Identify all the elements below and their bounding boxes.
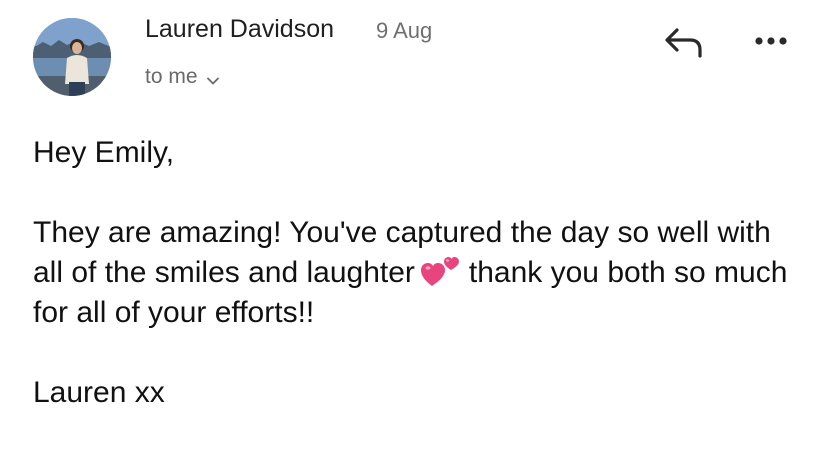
- greeting: Hey Emily,: [33, 136, 175, 169]
- recipient-details-toggle[interactable]: to me: [145, 65, 220, 89]
- email-header: Lauren Davidson 9 Aug to me: [0, 0, 828, 110]
- reply-arrow-icon: [665, 28, 702, 58]
- chevron-down-icon: [206, 70, 220, 85]
- avatar-photo: [33, 18, 111, 96]
- email-date: 9 Aug: [376, 18, 433, 43]
- more-options-button[interactable]: [750, 28, 792, 54]
- recipient-label: to me: [145, 65, 198, 88]
- reply-button[interactable]: [662, 24, 704, 60]
- email-body: Hey Emily, They are amazing! You've capt…: [33, 133, 803, 413]
- avatar[interactable]: [33, 18, 111, 96]
- more-horizontal-icon: [755, 37, 787, 45]
- message-paragraph: They are amazing! You've captured the da…: [33, 213, 803, 333]
- signoff: Lauren xx: [33, 376, 165, 409]
- two-hearts-icon: [420, 256, 461, 288]
- sender-name: Lauren Davidson: [145, 15, 335, 43]
